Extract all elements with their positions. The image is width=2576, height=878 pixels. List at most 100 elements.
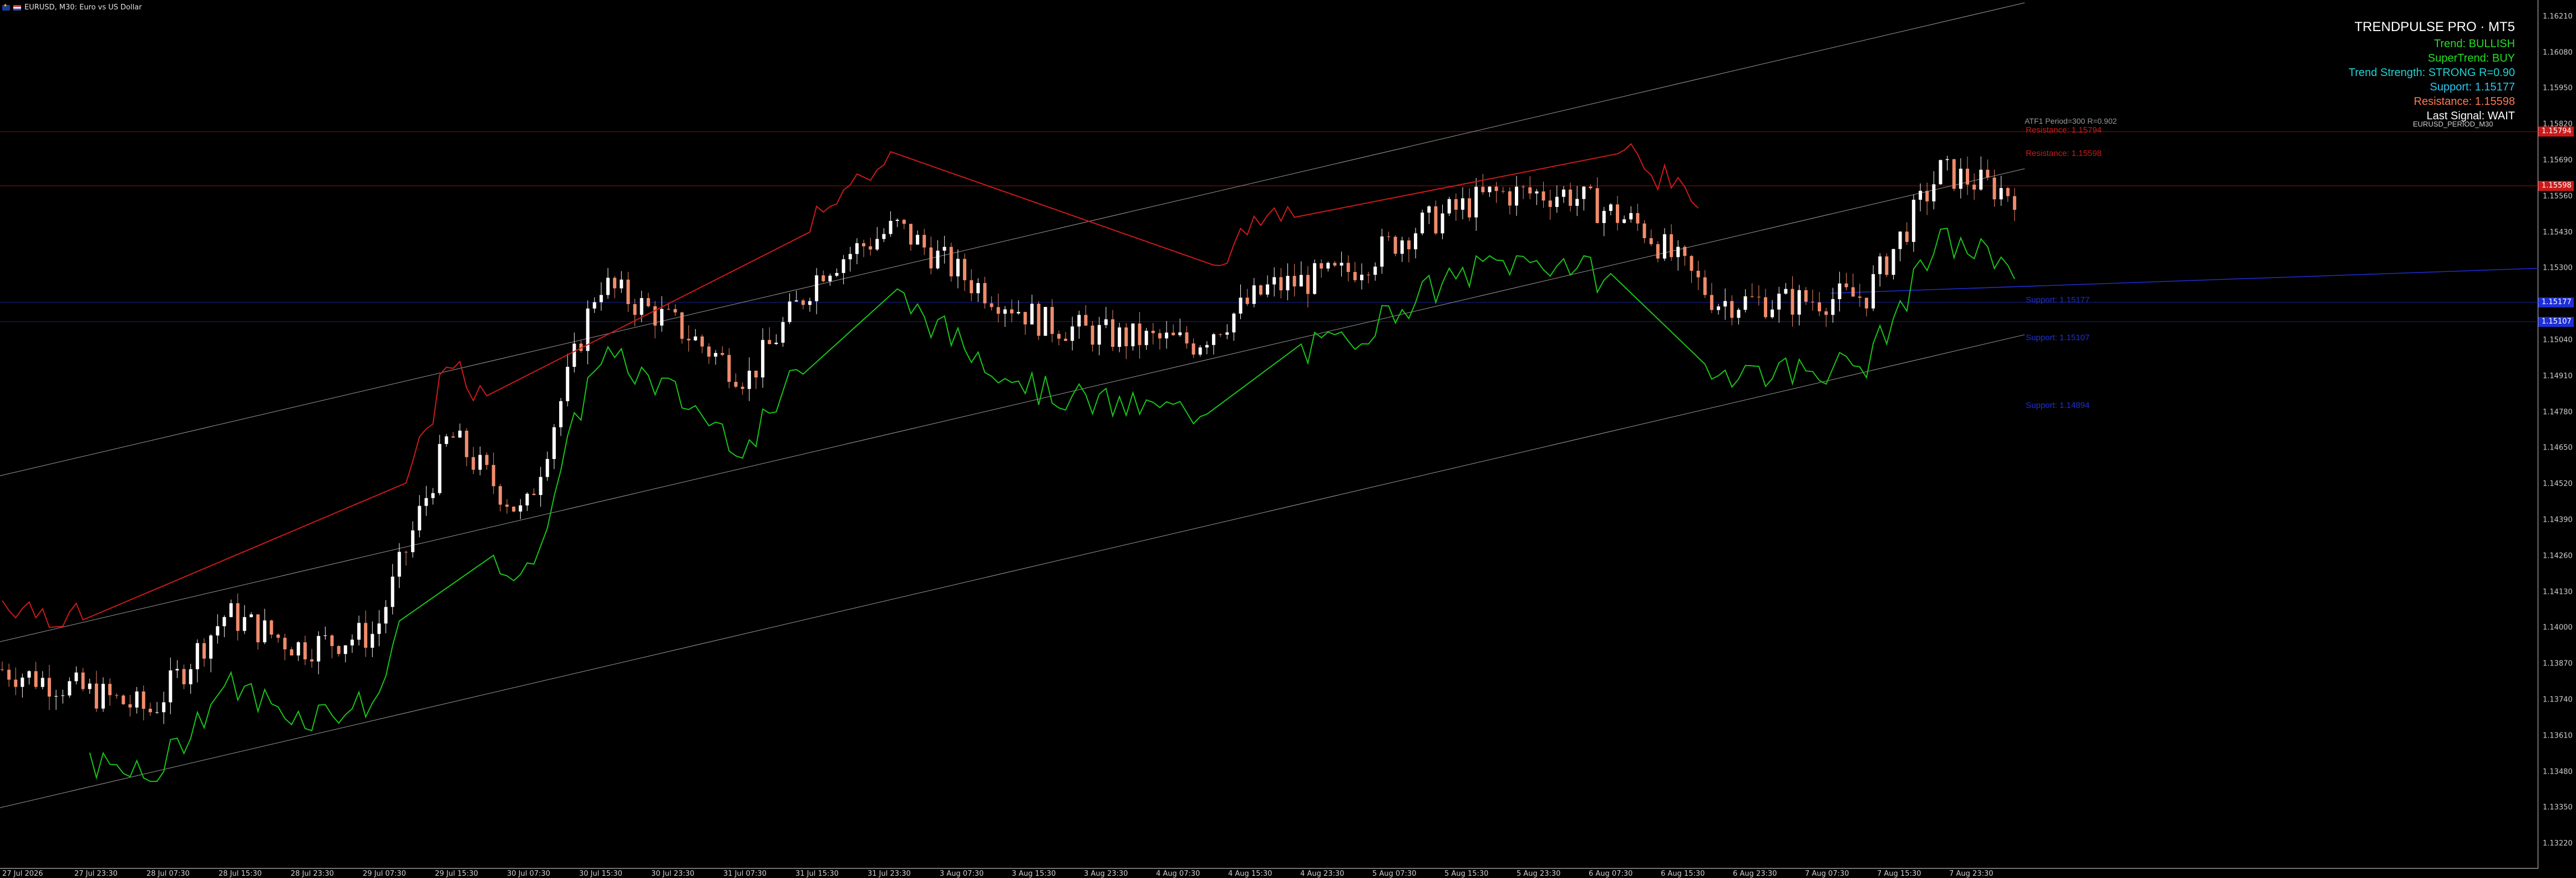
candle-body (640, 298, 643, 315)
price-chart[interactable] (0, 0, 2538, 869)
candle-body (633, 304, 637, 315)
candle-body (1010, 309, 1013, 314)
candle-body (1616, 204, 1619, 223)
price-tick-label: 1.14000 (2543, 623, 2573, 632)
candle-body (1225, 332, 1229, 335)
candle-body (1138, 323, 1142, 345)
candle-body (451, 436, 455, 438)
price-tick-label: 1.14130 (2543, 588, 2573, 597)
candle-body (1232, 314, 1236, 332)
candle-body (1494, 186, 1498, 191)
candle-body (1212, 334, 1215, 345)
time-tick-label: 7 Aug 07:30 (1805, 870, 1849, 878)
resistance-price-tag: 1.15794 (2538, 127, 2574, 137)
candle-body (1932, 184, 1936, 201)
price-tick-label: 1.14260 (2543, 552, 2573, 561)
trend-status: Trend: BULLISH (2434, 38, 2515, 50)
candle-body (54, 696, 58, 697)
candle-body (1649, 238, 1653, 244)
candle-body (74, 672, 78, 682)
candle-body (909, 224, 912, 245)
candle-body (1690, 256, 1693, 271)
candle-body (270, 620, 273, 635)
candle-body (290, 649, 293, 656)
candle-body (1683, 246, 1687, 256)
candle-body (1441, 213, 1444, 234)
candle-body (169, 670, 173, 703)
price-tick-label: 1.13220 (2543, 839, 2573, 848)
candle-body (525, 493, 529, 506)
candle-body (364, 623, 368, 648)
candle-body (532, 493, 536, 495)
candle-body (1306, 275, 1310, 294)
candle-body (391, 576, 394, 607)
time-tick-label: 4 Aug 07:30 (1156, 870, 1200, 878)
candle-body (1872, 274, 1875, 309)
time-axis[interactable]: 27 Jul 2026 27 Jul 23:30 28 Jul 07:30 28 Ju… (0, 869, 2538, 878)
price-tick-label: 1.14390 (2543, 516, 2573, 524)
candle-body (276, 634, 280, 638)
candle-body (1172, 332, 1175, 335)
candle-body (1454, 199, 1458, 210)
candle-body (2012, 196, 2016, 210)
candle-body (68, 681, 72, 696)
candle-body (1219, 334, 1223, 335)
time-tick-label: 7 Aug 23:30 (1949, 870, 1994, 878)
candle-body (855, 243, 859, 254)
candle-body (115, 695, 119, 696)
candle-body (1838, 283, 1842, 299)
candle-body (34, 671, 38, 687)
candle-body (707, 346, 711, 357)
candle-body (949, 246, 953, 276)
price-tick-label: 1.15560 (2543, 192, 2573, 201)
candle-body (680, 312, 684, 339)
price-tick-label: 1.15040 (2543, 336, 2573, 345)
candle-body (1239, 297, 1243, 314)
candle-body (747, 370, 751, 389)
candle-body (566, 366, 570, 401)
candle-body (337, 646, 341, 654)
candle-body (1266, 284, 1270, 295)
price-tick-label: 1.14780 (2543, 408, 2573, 417)
candle-body (1151, 330, 1155, 334)
candle-body (545, 459, 549, 477)
time-tick-label: 4 Aug 15:30 (1228, 870, 1272, 878)
candle-body (1905, 231, 1909, 242)
candle-body (613, 277, 617, 289)
candle-body (626, 279, 630, 304)
time-tick-label: 3 Aug 15:30 (1012, 870, 1056, 878)
candle-body (774, 342, 778, 344)
candle-body (1919, 190, 1922, 200)
candle-body (1373, 266, 1377, 275)
us-flag-icon (13, 4, 21, 11)
candle-body (1878, 256, 1882, 274)
candle-body (222, 617, 226, 627)
candle-body (828, 275, 832, 281)
price-tick-label: 1.14520 (2543, 480, 2573, 488)
candle-body (323, 635, 327, 636)
candle-body (1569, 189, 1573, 206)
trend-info-panel: TRENDPULSE PRO · MT5 Trend: BULLISH Supe… (2349, 20, 2515, 123)
support-label-2: Support: 1.15107 (2026, 333, 2090, 342)
price-axis[interactable]: 1.16210 1.16080 1.15950 1.15820 1.15690 1.155… (2538, 0, 2576, 869)
candle-body (1797, 290, 1801, 315)
chart-area[interactable] (0, 0, 2538, 869)
candle-body (781, 322, 785, 343)
channel-info-label: ATF1 Period=300 R=0.902 (2025, 117, 2117, 125)
candle-body (135, 691, 139, 708)
candle-body (236, 603, 240, 631)
candle-body (1468, 198, 1472, 218)
candle-body (1191, 343, 1195, 355)
candle-body (734, 382, 738, 387)
candle-body (1279, 277, 1283, 291)
candle-body (1427, 206, 1431, 213)
candle-body (1097, 325, 1101, 345)
candle-body (14, 679, 18, 687)
candle-body (700, 336, 704, 347)
candle-body (1609, 204, 1612, 211)
candle-body (902, 220, 906, 224)
candle-body (1636, 213, 1640, 224)
candle-body (1784, 289, 1788, 294)
candle-body (371, 634, 374, 648)
candle-body (768, 340, 772, 344)
